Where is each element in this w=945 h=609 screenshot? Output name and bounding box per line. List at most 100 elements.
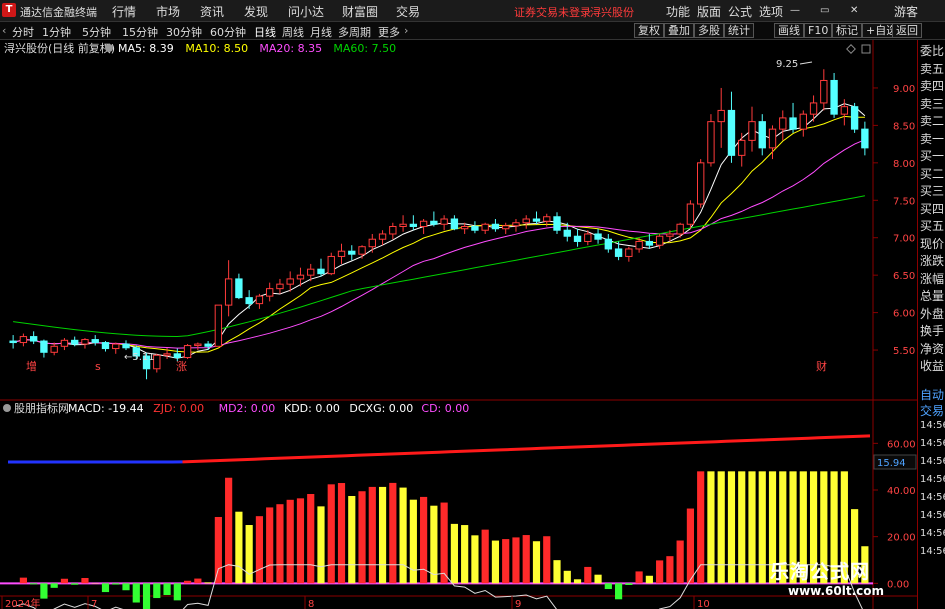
menu-banmian[interactable]: 版面 [697, 3, 721, 20]
right-auto[interactable]: 自动 [920, 386, 945, 403]
marker-zeng: 增 [26, 359, 37, 373]
diejia-button[interactable]: 叠加 [664, 23, 694, 38]
quote-row-15[interactable]: 外盘 [920, 305, 945, 322]
quote-row-0[interactable]: 委比 [920, 42, 945, 59]
period-multi[interactable]: 多周期 [338, 24, 371, 40]
f10-button[interactable]: F10 [804, 23, 833, 38]
indicator-bar [50, 583, 58, 588]
price-tick-label-7: 5.50 [893, 346, 915, 357]
biaoji-button[interactable]: 标记 [832, 23, 862, 38]
quote-row-16[interactable]: 换手 [920, 322, 945, 339]
indicator-tick-label-2: 20.00 [887, 533, 916, 544]
indicator-bar [543, 536, 551, 584]
menu-gongshi[interactable]: 公式 [728, 3, 752, 20]
marker-cai: 财 [816, 359, 827, 373]
price-tick-label-0: 9.00 [893, 84, 915, 95]
menu-caifuquan[interactable]: 财富圈 [342, 3, 378, 20]
menu-gongneng[interactable]: 功能 [666, 3, 690, 20]
guest-label[interactable]: 游客 [894, 3, 918, 20]
quote-row-4[interactable]: 卖二 [920, 112, 945, 129]
menu-jiaoyi[interactable]: 交易 [396, 3, 420, 20]
indicator-bar [204, 582, 212, 584]
quote-row-8[interactable]: 买三 [920, 182, 945, 199]
period-monthly[interactable]: 月线 [310, 24, 332, 40]
candle-body [584, 233, 592, 242]
menu-zixun[interactable]: 资讯 [200, 3, 224, 20]
minimize-icon[interactable]: — [790, 5, 800, 16]
login-notice[interactable]: 证券交易未登录 [514, 4, 591, 20]
return-button[interactable]: 返回 [892, 23, 922, 38]
candle-body [573, 235, 582, 242]
indicator-label-1: ZJD: 0.00 [153, 402, 204, 415]
quote-row-3[interactable]: 卖三 [920, 95, 945, 112]
quote-row-2[interactable]: 卖四 [920, 77, 945, 94]
period-15min[interactable]: 15分钟 [122, 24, 158, 40]
quote-row-17[interactable]: 净资 [920, 340, 945, 357]
quote-row-18[interactable]: 收益 [920, 357, 945, 374]
stock-name-link[interactable]: 浔兴股份 [590, 4, 634, 20]
menu-hangqing[interactable]: 行情 [112, 3, 136, 20]
fuquan-button[interactable]: 复权 [634, 23, 664, 38]
candle-body [307, 268, 315, 276]
quote-row-5[interactable]: 卖一 [920, 130, 945, 147]
indicator-bar [194, 578, 202, 584]
period-toolbar: ‹ 分时 1分钟 5分钟 15分钟 30分钟 60分钟 日线 周线 月线 多周期… [0, 22, 945, 40]
quote-row-13[interactable]: 涨幅 [920, 270, 945, 287]
quote-row-6[interactable]: 买一 [920, 147, 945, 164]
period-more[interactable]: 更多 [378, 24, 400, 40]
menu-wenxiaoda[interactable]: 问小达 [288, 3, 324, 20]
time-row-5: 14:56 [920, 510, 945, 521]
quote-row-11[interactable]: 现价 [920, 235, 945, 252]
menu-xuanxiang[interactable]: 选项 [759, 3, 783, 20]
indicator-label-4: DCXG: 0.00 [349, 402, 413, 415]
indicator-bar [532, 541, 541, 584]
watermark-title: 乐淘公式网 [770, 561, 871, 583]
kline-chart[interactable]: 浔兴股份(日线 前复权) MA5: 8.39 MA10: 8.50 MA20: 8.… [0, 40, 917, 609]
menu-faxian[interactable]: 发现 [244, 3, 268, 20]
tongji-button[interactable]: 统计 [724, 23, 754, 38]
period-1min[interactable]: 1分钟 [42, 24, 71, 40]
ma-label-0: MA5: 8.39 [118, 42, 174, 55]
quote-row-12[interactable]: 涨跌 [920, 252, 945, 269]
right-trade[interactable]: 交易 [920, 402, 945, 419]
indicator-label-3: KDD: 0.00 [284, 402, 340, 415]
candle-body [758, 121, 766, 149]
date-label-0: 2024年 [5, 597, 40, 609]
close-icon[interactable]: ✕ [850, 5, 858, 16]
watermark: 乐淘公式网 www.60lt.com [770, 557, 884, 598]
quote-row-9[interactable]: 买四 [920, 200, 945, 217]
quote-row-10[interactable]: 买五 [920, 217, 945, 234]
indicator-bar [450, 523, 458, 584]
settings-dot-icon[interactable] [105, 44, 113, 52]
candle-body [799, 113, 807, 130]
time-row-3: 14:56 [920, 474, 945, 485]
period-weekly[interactable]: 周线 [282, 24, 304, 40]
period-30min[interactable]: 30分钟 [166, 24, 202, 40]
candle-body [594, 233, 602, 240]
indicator-bar [327, 484, 335, 584]
indicator-bar [163, 583, 171, 595]
chevron-left-icon[interactable]: ‹ [2, 24, 6, 37]
menu-shichang[interactable]: 市场 [156, 3, 180, 20]
candle-body [430, 220, 438, 225]
indicator-bar [635, 571, 643, 584]
quote-row-1[interactable]: 卖五 [920, 60, 945, 77]
huaxian-button[interactable]: 画线 [774, 23, 804, 38]
duogu-button[interactable]: 多股 [694, 23, 724, 38]
indicator-settings-icon[interactable] [3, 404, 11, 412]
main-header: 浔兴股份(日线 前复权) MA5: 8.39 MA10: 8.50 MA20: 8.… [4, 41, 396, 55]
period-fenshi[interactable]: 分时 [12, 24, 34, 40]
period-5min[interactable]: 5分钟 [82, 24, 111, 40]
window-icon[interactable]: ▭ [820, 5, 829, 16]
candle-body [40, 340, 48, 353]
period-60min[interactable]: 60分钟 [210, 24, 246, 40]
quote-row-14[interactable]: 总量 [920, 287, 945, 304]
period-daily[interactable]: 日线 [254, 24, 276, 40]
candle-body [265, 288, 274, 297]
candle-body [861, 128, 869, 149]
chevron-right-icon[interactable]: › [404, 24, 408, 37]
candle-body [604, 238, 613, 250]
quote-row-7[interactable]: 买二 [920, 165, 945, 182]
price-tick-label-4: 7.00 [893, 234, 915, 245]
indicator-bar [378, 486, 387, 584]
